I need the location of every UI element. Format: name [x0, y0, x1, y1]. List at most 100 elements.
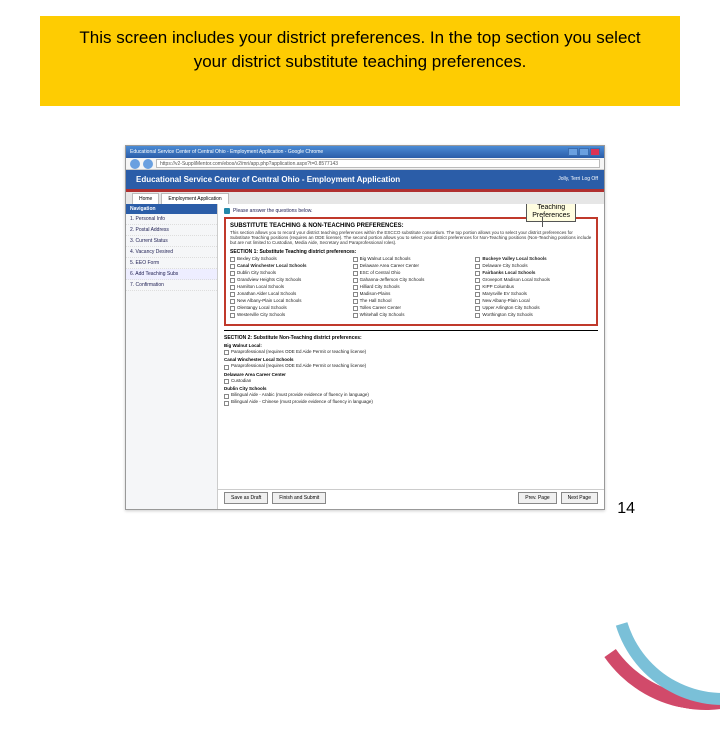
district-label: Delaware City Schools	[482, 264, 527, 269]
district-label: Worthington City Schools	[482, 313, 532, 318]
district-label: New Albany-Plain Local	[482, 299, 529, 304]
checkbox[interactable]	[230, 313, 235, 318]
district-label: Canal Winchester Local Schools	[237, 264, 306, 269]
checkbox[interactable]	[224, 394, 229, 399]
nav-item-1[interactable]: 1. Personal Info	[126, 214, 217, 225]
close-button[interactable]	[590, 148, 600, 156]
checkbox[interactable]	[230, 264, 235, 269]
checkbox[interactable]	[230, 257, 235, 262]
district-label: Marysville EV Schools	[482, 292, 527, 297]
checkbox[interactable]	[353, 278, 358, 283]
district-label: Big Walnut Local Schools	[360, 257, 411, 262]
checkbox[interactable]	[230, 299, 235, 304]
checkbox[interactable]	[475, 292, 480, 297]
instruction-text: This screen includes your district prefe…	[70, 26, 650, 74]
district-label: Dublin City Schools	[237, 271, 276, 276]
checkbox[interactable]	[353, 257, 358, 262]
tab-application[interactable]: Employment Application	[161, 193, 228, 204]
section1-label: SECTION 1: Substitute Teaching district …	[230, 249, 592, 255]
window-title: Educational Service Center of Central Oh…	[130, 149, 323, 155]
nav-item-6[interactable]: 6. Add Teaching Subs	[126, 269, 217, 280]
checkbox[interactable]	[230, 292, 235, 297]
section-title: SUBSTITUTE TEACHING & NON-TEACHING PREFE…	[230, 223, 592, 229]
app-title: Educational Service Center of Central Oh…	[136, 175, 400, 184]
district-label: Buckeye Valley Local Schools	[482, 257, 546, 262]
callout-label: Teaching Preferences	[526, 204, 576, 222]
checkbox[interactable]	[230, 285, 235, 290]
nav-item-2[interactable]: 2. Postal Address	[126, 225, 217, 236]
sidebar: Navigation 1. Personal Info 2. Postal Ad…	[126, 204, 218, 509]
district-label: Grandview Heights City Schools	[237, 278, 301, 283]
district-label: Whitehall City Schools	[360, 313, 405, 318]
main-content: Please answer the questions below. Teach…	[218, 204, 604, 509]
section-description: This section allows you to record your d…	[230, 231, 592, 246]
checkbox[interactable]	[353, 264, 358, 269]
checkbox[interactable]	[475, 299, 480, 304]
nav-item-5[interactable]: 5. EEO Form	[126, 258, 217, 269]
address-bar: https://v2-SuppliMentor.com/ebos/v2/mri/…	[126, 158, 604, 170]
tab-row: Home Employment Application	[126, 192, 604, 204]
checkbox[interactable]	[230, 306, 235, 311]
district-label: Tolles Career Center	[360, 306, 401, 311]
section-divider	[224, 330, 598, 331]
checkbox[interactable]	[230, 271, 235, 276]
group-canal: Canal Winchester Local Schools	[224, 357, 598, 362]
district-columns: Bexley City Schools Canal Winchester Loca…	[230, 257, 592, 320]
tab-home[interactable]: Home	[132, 193, 159, 204]
instruction-banner: This screen includes your district prefe…	[40, 16, 680, 106]
checkbox[interactable]	[230, 278, 235, 283]
district-label: Hamilton Local Schools	[237, 285, 284, 290]
maximize-button[interactable]	[579, 148, 589, 156]
app-header: Educational Service Center of Central Oh…	[126, 170, 604, 192]
checkbox[interactable]	[475, 313, 480, 318]
group-dublin: Dublin City Schools	[224, 386, 598, 391]
checkbox[interactable]	[475, 306, 480, 311]
district-label: New Albany-Plain Local Schools	[237, 299, 302, 304]
save-draft-button[interactable]: Save as Draft	[224, 492, 268, 504]
user-bar: Jolly, Terri Log Off	[558, 176, 598, 182]
back-icon[interactable]	[130, 159, 140, 169]
url-input[interactable]: https://v2-SuppliMentor.com/ebos/v2/mri/…	[156, 159, 600, 168]
checkbox[interactable]	[475, 257, 480, 262]
checkbox[interactable]	[475, 271, 480, 276]
district-label: Jonathan Alder Local Schools	[237, 292, 296, 297]
checkbox[interactable]	[224, 350, 229, 355]
district-label: Bexley City Schools	[237, 257, 277, 262]
preferences-box: Teaching Preferences SUBSTITUTE TEACHING…	[224, 217, 598, 326]
checkbox[interactable]	[224, 401, 229, 406]
checkbox[interactable]	[475, 278, 480, 283]
checkbox[interactable]	[353, 306, 358, 311]
district-label: Groveport Madison Local Schools	[482, 278, 550, 283]
district-label: ESC of Central Ohio	[360, 271, 401, 276]
section2-label: SECTION 2: Substitute Non-Teaching distr…	[224, 335, 598, 341]
district-label: Olentangy Local Schools	[237, 306, 287, 311]
district-label: Fairbanks Local Schools	[482, 271, 535, 276]
minimize-button[interactable]	[568, 148, 578, 156]
checkbox[interactable]	[353, 299, 358, 304]
decorative-swoosh	[540, 470, 720, 570]
district-label: Upper Arlington City Schools	[482, 306, 539, 311]
nav-item-3[interactable]: 3. Current Status	[126, 236, 217, 247]
nav-item-7[interactable]: 7. Confirmation	[126, 280, 217, 291]
checkbox[interactable]	[353, 292, 358, 297]
district-label: Delaware Area Career Center	[360, 264, 419, 269]
district-label: Madison-Plains	[360, 292, 391, 297]
district-label: Hilliard City Schools	[360, 285, 400, 290]
checkbox[interactable]	[353, 313, 358, 318]
logout-link[interactable]: Log Off	[582, 176, 598, 182]
district-label: KIPP Columbus	[482, 285, 514, 290]
forward-icon[interactable]	[143, 159, 153, 169]
window-titlebar: Educational Service Center of Central Oh…	[126, 146, 604, 158]
browser-window: Educational Service Center of Central Oh…	[125, 145, 605, 510]
checkbox[interactable]	[353, 285, 358, 290]
finish-submit-button[interactable]: Finish and Submit	[272, 492, 326, 504]
group-delaware: Delaware Area Career Center	[224, 372, 598, 377]
group-big-walnut: Big Walnut Local:	[224, 343, 598, 348]
checkbox[interactable]	[475, 285, 480, 290]
checkbox[interactable]	[224, 365, 229, 370]
info-icon	[224, 208, 230, 214]
checkbox[interactable]	[475, 264, 480, 269]
checkbox[interactable]	[224, 379, 229, 384]
checkbox[interactable]	[353, 271, 358, 276]
nav-item-4[interactable]: 4. Vacancy Desired	[126, 247, 217, 258]
